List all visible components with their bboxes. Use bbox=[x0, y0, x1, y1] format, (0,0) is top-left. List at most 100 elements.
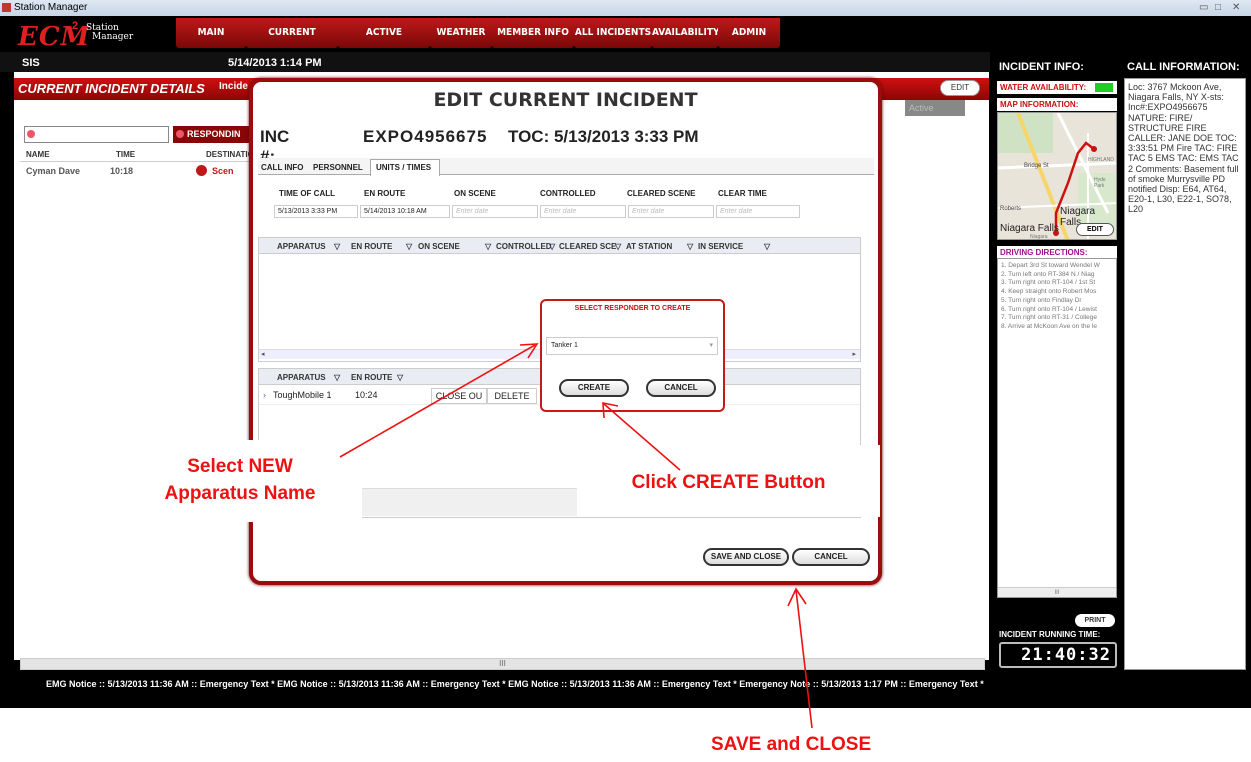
chevron-down-icon[interactable]: ▾ bbox=[709, 338, 713, 354]
responder-list-header: NAME TIME DESTINATIO bbox=[20, 148, 260, 162]
controlled-field[interactable]: Enter date bbox=[540, 205, 626, 218]
direction-step: 1. Depart 3rd St toward Wendel W bbox=[1001, 262, 1100, 269]
station-manager-window: Station Manager ▭ □ ✕ ECM 2 Station Mana… bbox=[0, 0, 1251, 708]
expand-row-icon[interactable]: › bbox=[263, 390, 266, 400]
sub-cancel-button[interactable]: CANCEL bbox=[646, 379, 716, 397]
driving-directions-list: 1. Depart 3rd St toward Wendel W 2. Turn… bbox=[997, 258, 1117, 598]
responder-select[interactable]: Tanker 1 ▾ bbox=[546, 337, 718, 355]
incident-label: Incide bbox=[219, 81, 248, 92]
directions-scrollbar[interactable]: III bbox=[998, 587, 1116, 597]
print-button[interactable]: PRINT bbox=[1075, 614, 1115, 627]
cleared-scene-field[interactable]: Enter date bbox=[628, 205, 714, 218]
status-field[interactable]: Active bbox=[905, 100, 965, 116]
label-on-scene: ON SCENE bbox=[454, 189, 496, 198]
col-apparatus[interactable]: APPARATUS bbox=[277, 373, 326, 382]
map-label-highland: HIGHLAND bbox=[1088, 157, 1114, 163]
app-icon bbox=[2, 3, 11, 12]
annotation-select-apparatus: Select NEW Apparatus Name bbox=[118, 453, 362, 507]
scroll-right-icon[interactable]: ▸ bbox=[852, 350, 856, 358]
annotation-save-and-close: SAVE and CLOSE bbox=[711, 734, 872, 755]
label-controlled: CONTROLLED bbox=[540, 189, 596, 198]
inc-number: EXPO4956675 bbox=[363, 127, 488, 146]
tab-active-incidents[interactable]: ACTIVE INCIDENTS bbox=[338, 18, 430, 68]
col-on-scene[interactable]: ON SCENE bbox=[418, 242, 460, 251]
direction-step: 6. Turn right onto RT-104 / Lewist bbox=[1001, 305, 1097, 313]
clear-time-field[interactable]: Enter date bbox=[716, 205, 800, 218]
tab-admin[interactable]: ADMIN bbox=[718, 18, 780, 48]
station-code: SIS bbox=[22, 57, 40, 69]
col-en-route[interactable]: EN ROUTE bbox=[351, 242, 392, 251]
tab-availability[interactable]: AVAILABILITY bbox=[652, 18, 720, 48]
tab-current-incident[interactable]: CURRENT INCIDENT bbox=[246, 18, 338, 68]
filter-icon[interactable]: ▽ bbox=[334, 242, 340, 251]
apparatus-times-header: APPARATUS ▽ EN ROUTE ▽ ON SCENE ▽ CONTRO… bbox=[259, 238, 860, 254]
status-dot-icon bbox=[27, 130, 35, 138]
time-of-call-field[interactable]: 5/13/2013 3:33 PM bbox=[274, 205, 358, 218]
col-at-station[interactable]: AT STATION bbox=[626, 242, 672, 251]
minimize-icon[interactable]: ▭ bbox=[1199, 2, 1208, 13]
col-name: NAME bbox=[26, 150, 50, 159]
call-information-text: Loc: 3767 Mckoon Ave, Niagara Falls, NY … bbox=[1124, 78, 1246, 670]
current-datetime: 5/14/2013 1:14 PM bbox=[228, 57, 322, 69]
col-in-service[interactable]: IN SERVICE bbox=[698, 242, 743, 251]
incident-running-time-label: INCIDENT RUNNING TIME: bbox=[999, 630, 1101, 639]
filter-icon[interactable]: ▽ bbox=[615, 242, 621, 251]
filter-icon[interactable]: ▽ bbox=[687, 242, 693, 251]
row-apparatus: ToughMobile 1 bbox=[273, 390, 332, 400]
incident-map[interactable]: Bridge St Roberts Niagara Falls HIGHLAND… bbox=[997, 112, 1117, 240]
tab-member-info[interactable]: MEMBER INFO bbox=[492, 18, 574, 48]
panel-title: CURRENT INCIDENT DETAILS bbox=[18, 81, 205, 96]
col-cleared-scene[interactable]: CLEARED SCE bbox=[559, 242, 616, 251]
search-input[interactable] bbox=[24, 126, 169, 143]
logo-sub-line2: Manager bbox=[92, 32, 134, 42]
filter-icon[interactable]: ▽ bbox=[485, 242, 491, 251]
delete-button[interactable]: DELETE bbox=[487, 388, 537, 404]
row-en-route: 10:24 bbox=[355, 390, 378, 400]
station-manager-logo: Station Manager bbox=[86, 24, 133, 42]
tab-call-info[interactable]: CALL INFO bbox=[261, 160, 304, 175]
filter-icon[interactable]: ▽ bbox=[764, 242, 770, 251]
on-scene-field[interactable]: Enter date bbox=[452, 205, 538, 218]
maximize-icon[interactable]: □ bbox=[1215, 2, 1221, 13]
en-route-field[interactable]: 5/14/2013 10:18 AM bbox=[360, 205, 450, 218]
col-en-route[interactable]: EN ROUTE bbox=[351, 373, 392, 382]
tab-personnel[interactable]: PERSONNEL bbox=[313, 160, 363, 175]
ticker-text: EMG Notice :: 5/13/2013 11:36 AM :: Emer… bbox=[46, 679, 984, 689]
direction-step: 3. Turn right onto RT-104 / 1st St bbox=[1001, 279, 1096, 287]
filter-icon[interactable]: ▽ bbox=[549, 242, 555, 251]
tab-units-times[interactable]: UNITS / TIMES bbox=[376, 160, 431, 175]
filter-icon[interactable]: ▽ bbox=[334, 373, 340, 382]
close-out-button[interactable]: CLOSE OU bbox=[431, 388, 487, 404]
label-cleared-scene: CLEARED SCENE bbox=[627, 189, 696, 198]
map-label-roberts: Roberts bbox=[1000, 206, 1022, 212]
col-apparatus[interactable]: APPARATUS bbox=[277, 242, 326, 251]
close-icon[interactable]: ✕ bbox=[1232, 2, 1240, 13]
responder-selected-value: Tanker 1 bbox=[551, 342, 578, 349]
map-information-label: MAP INFORMATION: bbox=[997, 98, 1117, 111]
tab-main[interactable]: MAIN bbox=[176, 18, 246, 48]
responding-filter[interactable]: RESPONDIN bbox=[173, 126, 253, 143]
list-item[interactable]: Cyman Dave 10:18 Scen bbox=[20, 163, 260, 179]
col-controlled[interactable]: CONTROLLED bbox=[496, 242, 552, 251]
map-edit-button[interactable]: EDIT bbox=[1076, 223, 1114, 236]
toc-value: TOC: 5/13/2013 3:33 PM bbox=[508, 127, 699, 146]
filter-icon[interactable]: ▽ bbox=[406, 242, 412, 251]
scroll-left-icon[interactable]: ◂ bbox=[261, 350, 265, 358]
col-destination: DESTINATIO bbox=[206, 150, 254, 159]
tab-all-incidents[interactable]: ALL INCIDENTS bbox=[574, 18, 652, 48]
direction-step: 2. Turn left onto RT-384 N / Niag bbox=[1001, 270, 1095, 278]
edit-incident-button[interactable]: EDIT bbox=[940, 80, 980, 96]
horizontal-scrollbar[interactable]: III bbox=[20, 658, 985, 670]
responder-name: Cyman Dave bbox=[26, 166, 81, 176]
map-label-niagara: Niagara bbox=[1030, 234, 1048, 240]
tab-weather[interactable]: WEATHER bbox=[430, 18, 492, 48]
direction-step: 7. Turn right onto RT-31 / College bbox=[1001, 314, 1097, 322]
responder-time: 10:18 bbox=[110, 166, 134, 176]
water-availability-indicator bbox=[1095, 83, 1113, 92]
create-button[interactable]: CREATE bbox=[559, 379, 629, 397]
cancel-button[interactable]: CANCEL bbox=[792, 548, 870, 566]
status-label: TUS: bbox=[880, 103, 901, 113]
save-and-close-button[interactable]: SAVE AND CLOSE bbox=[703, 548, 789, 566]
ecm-logo: ECM bbox=[18, 22, 91, 52]
filter-icon[interactable]: ▽ bbox=[397, 373, 403, 382]
